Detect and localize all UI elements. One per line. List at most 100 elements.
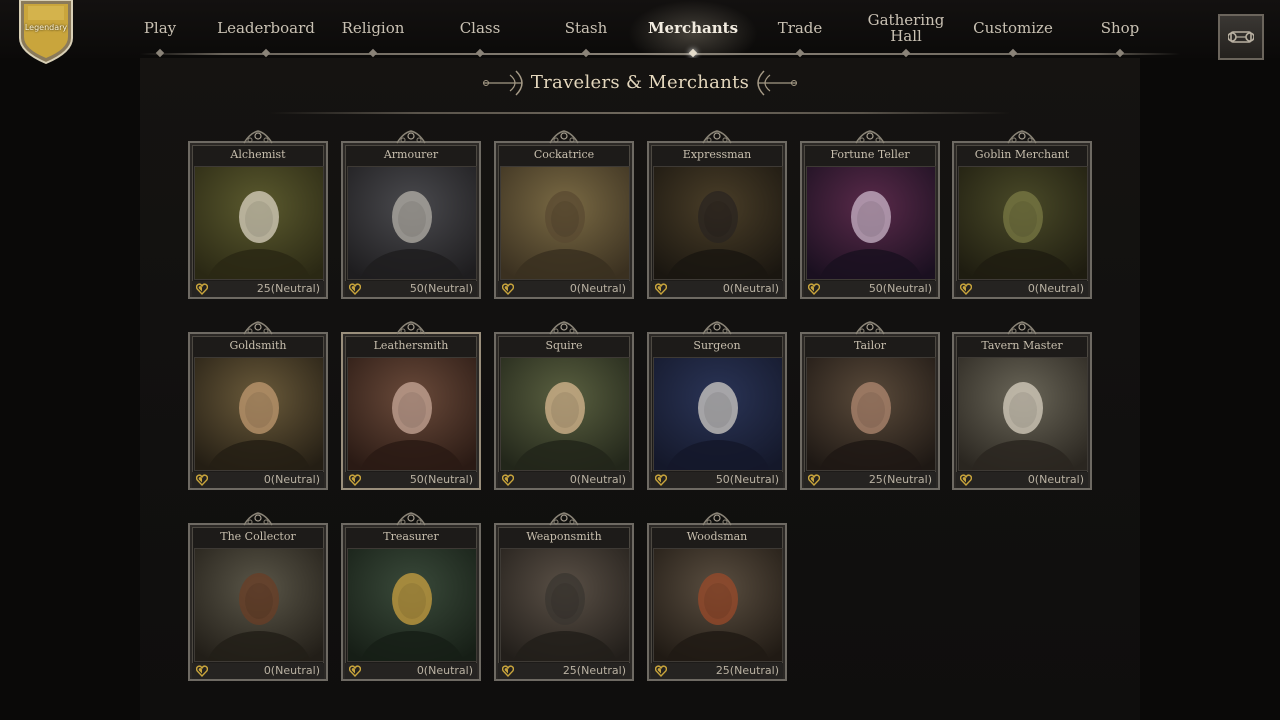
tab-shop[interactable]: Shop xyxy=(1080,10,1160,46)
merchant-name: Surgeon xyxy=(693,339,741,352)
merchant-card[interactable]: Squire 0(Neutral) xyxy=(494,320,634,490)
portrait-icon xyxy=(501,358,629,470)
portrait-icon xyxy=(348,358,476,470)
merchant-portrait xyxy=(806,166,936,280)
merchant-card[interactable]: The Collector 0(Neutral) xyxy=(188,511,328,681)
merchant-card[interactable]: Alchemist 25(Neutral) xyxy=(188,129,328,299)
heart-icon xyxy=(960,283,972,295)
merchant-card[interactable]: Surgeon 50(Neutral) xyxy=(647,320,787,490)
merchant-portrait xyxy=(653,357,783,471)
reputation-bar: 25(Neutral) xyxy=(804,472,936,488)
heart-icon xyxy=(196,665,208,677)
merchant-portrait xyxy=(500,548,630,662)
reputation-bar: 0(Neutral) xyxy=(956,472,1088,488)
tab-merchants[interactable]: Merchants xyxy=(643,10,743,46)
crest-ornament-icon xyxy=(1007,321,1037,335)
rank-badge-label: Legendary xyxy=(24,23,68,32)
reputation-value: 25(Neutral) xyxy=(715,664,779,677)
crest-ornament-icon xyxy=(702,130,732,144)
tab-gathering-hall[interactable]: Gathering Hall xyxy=(856,10,956,46)
nav-divider-line xyxy=(140,53,1180,55)
merchant-portrait xyxy=(347,357,477,471)
reputation-bar: 0(Neutral) xyxy=(651,281,783,297)
merchant-card[interactable]: Armourer 50(Neutral) xyxy=(341,129,481,299)
scroll-button[interactable] xyxy=(1218,14,1264,60)
merchant-portrait xyxy=(500,166,630,280)
merchant-name: Alchemist xyxy=(230,148,286,161)
merchant-card[interactable]: Weaponsmith 25(Neutral) xyxy=(494,511,634,681)
merchant-name: Treasurer xyxy=(383,530,439,543)
reputation-value: 0(Neutral) xyxy=(263,473,320,486)
portrait-icon xyxy=(654,167,782,279)
tab-religion[interactable]: Religion xyxy=(330,10,416,46)
crest-ornament-icon xyxy=(855,321,885,335)
tab-class[interactable]: Class xyxy=(440,10,520,46)
merchant-card[interactable]: Woodsman 25(Neutral) xyxy=(647,511,787,681)
portrait-icon xyxy=(348,167,476,279)
merchant-portrait xyxy=(653,548,783,662)
reputation-value: 25(Neutral) xyxy=(562,664,626,677)
tab-play[interactable]: Play xyxy=(120,10,200,46)
merchant-card[interactable]: Treasurer 0(Neutral) xyxy=(341,511,481,681)
crest-ornament-icon xyxy=(549,130,579,144)
reputation-bar: 0(Neutral) xyxy=(192,663,324,679)
shield-icon xyxy=(19,0,73,65)
portrait-icon xyxy=(654,358,782,470)
reputation-bar: 0(Neutral) xyxy=(498,281,630,297)
crest-ornament-icon xyxy=(396,130,426,144)
merchant-portrait xyxy=(958,166,1088,280)
portrait-icon xyxy=(501,167,629,279)
merchant-name: The Collector xyxy=(220,530,296,543)
merchant-card[interactable]: Goblin Merchant 0(Neutral) xyxy=(952,129,1092,299)
tab-stash[interactable]: Stash xyxy=(546,10,626,46)
heart-icon xyxy=(808,474,820,486)
heart-icon xyxy=(655,474,667,486)
heart-icon xyxy=(960,474,972,486)
portrait-icon xyxy=(195,358,323,470)
merchant-name: Tailor xyxy=(854,339,886,352)
crest-ornament-icon xyxy=(702,321,732,335)
crest-ornament-icon xyxy=(549,321,579,335)
crest-ornament-icon xyxy=(702,512,732,526)
merchant-name: Woodsman xyxy=(686,530,748,543)
reputation-bar: 25(Neutral) xyxy=(192,281,324,297)
rank-badge[interactable]: Legendary xyxy=(16,0,76,65)
reputation-value: 50(Neutral) xyxy=(715,473,779,486)
merchant-name: Armourer xyxy=(383,148,439,161)
reputation-bar: 0(Neutral) xyxy=(192,472,324,488)
crest-ornament-icon xyxy=(855,130,885,144)
heart-icon xyxy=(502,474,514,486)
merchant-card[interactable]: Tavern Master 0(Neutral) xyxy=(952,320,1092,490)
heart-icon xyxy=(655,283,667,295)
merchant-card[interactable]: Expressman 0(Neutral) xyxy=(647,129,787,299)
tab-trade[interactable]: Trade xyxy=(760,10,840,46)
merchant-portrait xyxy=(194,357,324,471)
crest-ornament-icon xyxy=(243,130,273,144)
reputation-bar: 0(Neutral) xyxy=(956,281,1088,297)
heart-icon xyxy=(655,665,667,677)
merchant-portrait xyxy=(194,548,324,662)
tab-leaderboard[interactable]: Leaderboard xyxy=(210,10,322,46)
merchant-portrait xyxy=(347,166,477,280)
heart-icon xyxy=(349,665,361,677)
reputation-bar: 0(Neutral) xyxy=(498,472,630,488)
reputation-value: 0(Neutral) xyxy=(722,282,779,295)
heart-icon xyxy=(808,283,820,295)
reputation-bar: 25(Neutral) xyxy=(498,663,630,679)
merchant-card[interactable]: Goldsmith 0(Neutral) xyxy=(188,320,328,490)
merchant-portrait xyxy=(194,166,324,280)
heart-icon xyxy=(196,474,208,486)
portrait-icon xyxy=(807,167,935,279)
heart-icon xyxy=(502,665,514,677)
portrait-icon xyxy=(195,167,323,279)
portrait-icon xyxy=(807,358,935,470)
tab-customize[interactable]: Customize xyxy=(966,10,1060,46)
merchant-card[interactable]: Fortune Teller 50(Neutral) xyxy=(800,129,940,299)
merchant-card[interactable]: Leathersmith 50(Neutral) xyxy=(341,320,481,490)
reputation-value: 50(Neutral) xyxy=(409,282,473,295)
crest-ornament-icon xyxy=(396,321,426,335)
merchant-card[interactable]: Cockatrice 0(Neutral) xyxy=(494,129,634,299)
merchant-card[interactable]: Tailor 25(Neutral) xyxy=(800,320,940,490)
crest-ornament-icon xyxy=(243,321,273,335)
title-divider xyxy=(270,112,1010,114)
